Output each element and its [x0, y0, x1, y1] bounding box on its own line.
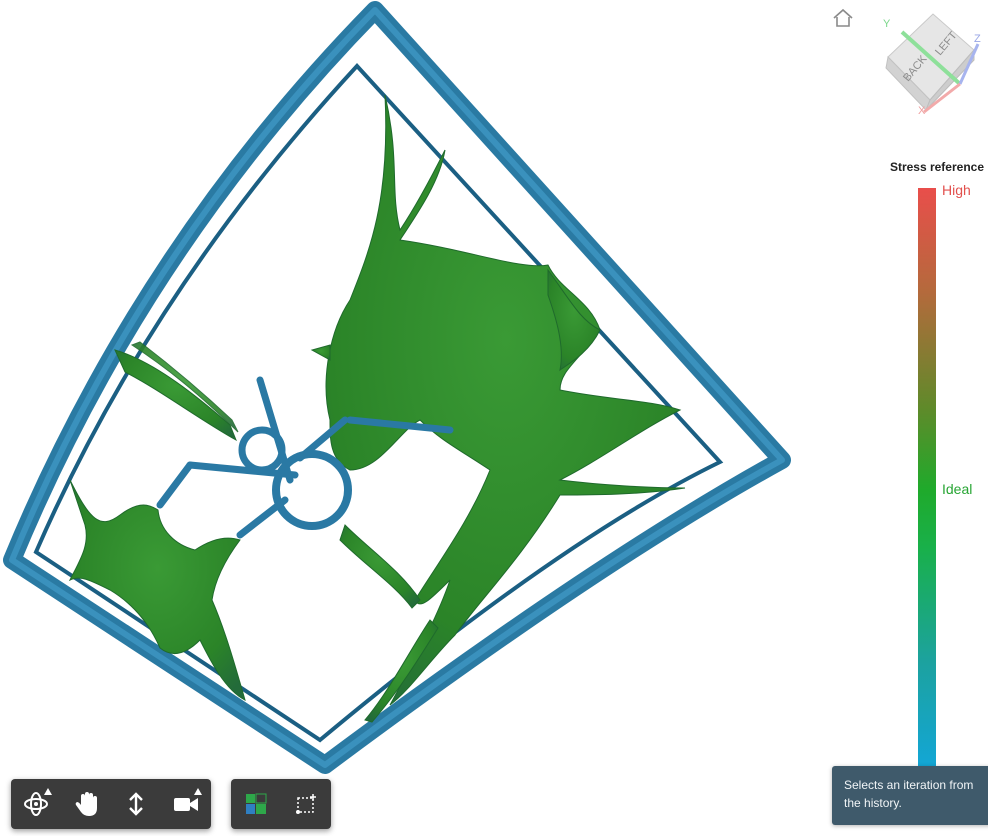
flyout-triangle-icon	[44, 788, 52, 795]
zoom-button[interactable]	[111, 779, 161, 829]
home-view-icon[interactable]	[832, 8, 854, 28]
vertical-arrows-icon	[129, 792, 143, 816]
view-cube[interactable]: BACK LEFT Y Z X	[878, 12, 988, 118]
section-box-icon	[296, 794, 316, 814]
model-viewport[interactable]	[0, 0, 988, 836]
axis-y-label: Y	[883, 18, 891, 30]
fit-section-button[interactable]	[281, 779, 331, 829]
stress-gradient-bar	[918, 188, 936, 768]
stress-ideal-label: Ideal	[942, 481, 973, 497]
part-organic-structure	[68, 94, 686, 723]
display-mode-button[interactable]	[231, 779, 281, 829]
orbit-button[interactable]	[11, 779, 61, 829]
stress-legend-title: Stress reference	[889, 160, 984, 174]
axis-z-label: Z	[974, 33, 981, 45]
tooltip-text: Selects an iteration from the history.	[844, 778, 974, 810]
camera-button[interactable]	[161, 779, 211, 829]
stress-high-label: High	[942, 182, 971, 198]
navigation-toolbar	[11, 779, 211, 829]
flyout-triangle-icon	[194, 788, 202, 795]
tooltip: Selects an iteration from the history.	[832, 766, 988, 825]
hand-icon	[75, 792, 97, 816]
view-toolbar	[231, 779, 331, 829]
grid-color-icon	[246, 793, 267, 814]
axis-x-label: X	[918, 105, 926, 117]
pan-button[interactable]	[61, 779, 111, 829]
camera-icon	[174, 798, 198, 811]
